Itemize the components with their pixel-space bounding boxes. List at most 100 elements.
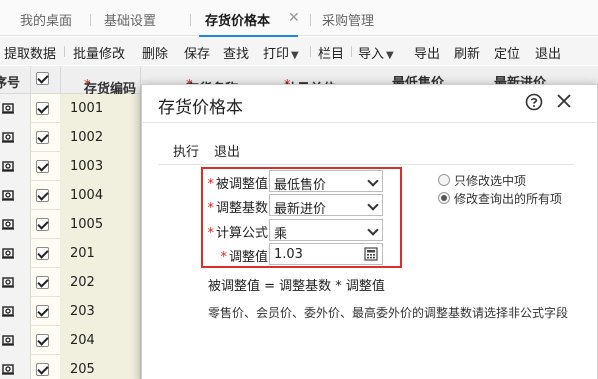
radio-selected-only[interactable] (438, 174, 450, 186)
header-seq: 序号 (0, 76, 21, 91)
required-marker: * (220, 250, 227, 265)
row-detail-icon[interactable] (2, 363, 14, 375)
item-code: 1002 (70, 130, 104, 145)
row-number-cell (0, 123, 30, 152)
row-checkbox[interactable] (36, 276, 49, 289)
row-checkbox[interactable] (36, 218, 49, 231)
item-code: 1004 (70, 188, 104, 203)
row-number-cell (0, 181, 30, 210)
required-marker: * (207, 226, 214, 241)
tab-separator (190, 14, 191, 26)
row-checkbox[interactable] (36, 247, 49, 260)
item-code: 203 (70, 304, 95, 319)
base-field-select[interactable]: 最新进价 (269, 194, 383, 217)
row-number-cell (0, 239, 30, 268)
toolbar-columns-button[interactable]: 栏目 (318, 43, 344, 62)
row-detail-icon[interactable] (2, 218, 14, 230)
chevron-down-icon (367, 199, 379, 211)
formula-field-label: * 计算公式 (207, 222, 268, 241)
adjust-base-note: 零售价、会员价、委外价、最高委外价的调整基数请选择非公式字段 (208, 306, 569, 320)
target-field-row: * 被调整值 最低售价 (142, 170, 402, 193)
row-number-cell (0, 94, 30, 123)
required-marker: * (207, 177, 214, 192)
item-code: 204 (70, 333, 95, 348)
help-icon[interactable] (525, 93, 543, 111)
base-field-row: * 调整基数 最新进价 (142, 194, 402, 217)
close-icon[interactable] (554, 91, 574, 111)
tab-purchase-management[interactable]: 采购管理 (322, 10, 374, 32)
toolbar-delete-button[interactable]: 删除 (142, 43, 168, 62)
adjust-field-label-text: 调整值 (228, 250, 268, 265)
row-checkbox[interactable] (36, 363, 49, 376)
adjust-value-input[interactable]: 1.03 (269, 243, 383, 265)
row-checkbox[interactable] (36, 102, 49, 115)
dialog-title-divider (142, 122, 598, 123)
chevron-down-icon (367, 224, 379, 236)
item-code: 1003 (70, 159, 104, 174)
tab-bar: 我的桌面 基础设置 存货价格本 ✕ 采购管理 (0, 0, 598, 37)
item-code: 201 (70, 246, 95, 261)
dialog-toolbar-divider (158, 164, 574, 165)
row-checkbox[interactable] (36, 305, 49, 318)
row-detail-icon[interactable] (2, 131, 14, 143)
row-number-cell (0, 152, 30, 181)
row-detail-icon[interactable] (2, 189, 14, 201)
target-field-value: 最低售价 (274, 178, 327, 193)
item-code: 205 (70, 362, 95, 377)
toolbar-exit-button[interactable]: 退出 (535, 43, 561, 62)
chevron-down-icon: ▼ (386, 50, 394, 61)
row-checkbox[interactable] (36, 131, 49, 144)
toolbar-print-button[interactable]: 打印 ▼ (263, 43, 299, 62)
dialog-exit-button[interactable]: 退出 (214, 141, 240, 160)
base-field-label-text: 调整基数 (215, 201, 268, 216)
row-detail-icon[interactable] (2, 334, 14, 346)
formula-select[interactable]: 乘 (269, 219, 383, 242)
required-marker: * (207, 201, 214, 216)
formula-description: 被调整值 = 调整基数 * 调整值 (208, 279, 385, 294)
checkbox-icon (36, 72, 49, 85)
toolbar-import-button[interactable]: 导入 ▼ (358, 43, 394, 62)
tab-basic-settings[interactable]: 基础设置 (104, 10, 156, 32)
tab-my-desktop[interactable]: 我的桌面 (20, 10, 72, 32)
formula-value: 乘 (274, 227, 288, 242)
toolbar-find-button[interactable]: 查找 (223, 43, 249, 62)
toolbar-separator (351, 46, 352, 57)
item-code: 1005 (70, 217, 104, 232)
row-number-cell (0, 210, 30, 239)
row-number-cell (0, 268, 30, 297)
item-code: 1001 (70, 101, 104, 116)
row-detail-icon[interactable] (2, 305, 14, 317)
base-field-value: 最新进价 (274, 202, 327, 217)
row-number-cell (0, 326, 30, 355)
row-number-cell (0, 355, 30, 379)
row-detail-icon[interactable] (2, 160, 14, 172)
radio-all-queried-label[interactable]: 修改查询出的所有项 (454, 190, 562, 207)
toolbar-batch-edit-button[interactable]: 批量修改 (73, 43, 125, 62)
adjust-field-label: * 调整值 (220, 246, 268, 265)
toolbar-refresh-button[interactable]: 刷新 (454, 43, 480, 62)
toolbar-export-button[interactable]: 导出 (414, 43, 440, 62)
formula-field-label-text: 计算公式 (215, 226, 268, 241)
dialog-execute-button[interactable]: 执行 (173, 141, 199, 160)
radio-all-queried[interactable] (438, 192, 450, 204)
adjust-field-row: * 调整值 1.03 (142, 243, 402, 265)
row-detail-icon[interactable] (2, 276, 14, 288)
tab-separator (310, 14, 311, 26)
toolbar-save-button[interactable]: 保存 (184, 43, 210, 62)
calculator-icon[interactable] (364, 247, 378, 261)
row-checkbox[interactable] (36, 160, 49, 173)
target-field-select[interactable]: 最低售价 (269, 170, 383, 193)
tab-separator (90, 14, 91, 26)
toolbar-import-label: 导入 (358, 47, 385, 62)
toolbar-locate-button[interactable]: 定位 (494, 43, 520, 62)
row-detail-icon[interactable] (2, 102, 14, 114)
radio-selected-only-label[interactable]: 只修改选中项 (454, 172, 526, 189)
target-field-label: * 被调整值 (207, 173, 268, 192)
toolbar-fetch-data-button[interactable]: 提取数据 (4, 43, 56, 62)
row-detail-icon[interactable] (2, 247, 14, 259)
tab-close-icon[interactable]: ✕ (288, 10, 300, 26)
row-checkbox[interactable] (36, 189, 49, 202)
row-number-cell (0, 297, 30, 326)
tab-price-book[interactable]: 存货价格本 (198, 10, 299, 37)
row-checkbox[interactable] (36, 334, 49, 347)
